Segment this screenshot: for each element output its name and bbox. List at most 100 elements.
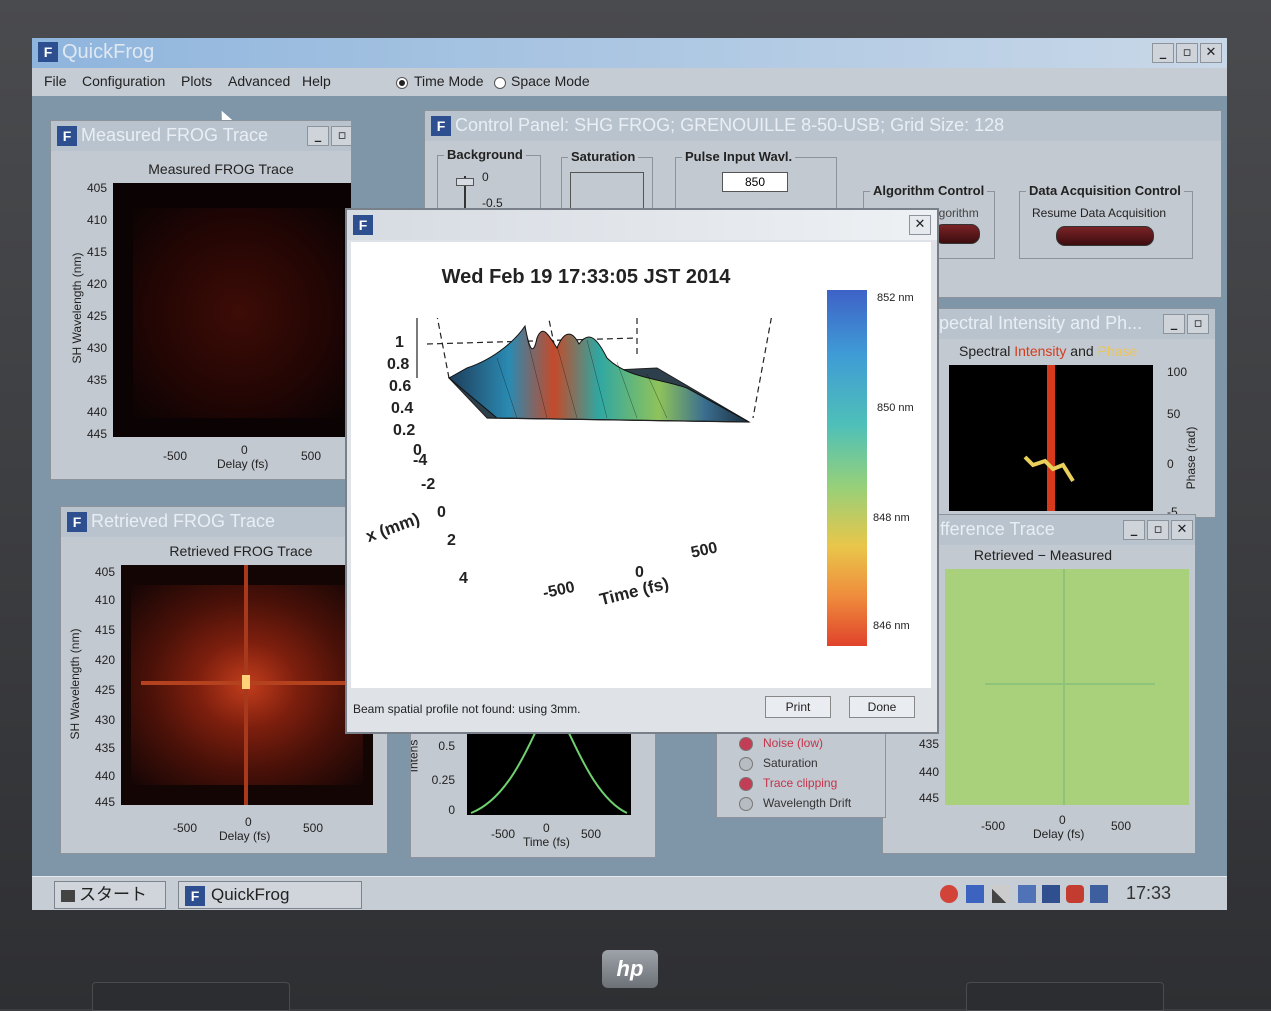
space-mode-radio[interactable] <box>494 77 506 89</box>
colorbar-label: 850 nm <box>877 402 914 414</box>
connect-icon[interactable] <box>1090 885 1108 903</box>
difference-ytick: 435 <box>918 737 939 751</box>
close-button[interactable]: ✕ <box>1200 43 1222 63</box>
taskbar-app-button[interactable]: F QuickFrog <box>178 881 362 909</box>
start-icon <box>61 889 75 902</box>
z-tick: 0.6 <box>389 378 412 395</box>
control-window-icon: F <box>431 116 451 136</box>
measured-xlabel: Delay (fs) <box>217 457 269 471</box>
difference-minimize-button[interactable]: _ <box>1123 520 1145 540</box>
control-window-title-bar: F Control Panel: SHG FROG; GRENOUILLE 8-… <box>425 111 1221 141</box>
space-mode-label[interactable]: Space Mode <box>511 73 590 89</box>
retrieved-ytick: 420 <box>94 653 115 667</box>
temporal-plot <box>467 729 631 815</box>
colorbar-label: 852 nm <box>877 292 914 304</box>
background-label: Background <box>444 147 526 162</box>
spectral-plot <box>949 365 1153 511</box>
warning-indicator <box>739 737 753 751</box>
measured-minimize-button[interactable]: _ <box>307 126 329 146</box>
difference-plot <box>945 569 1189 805</box>
difference-ytick: 445 <box>918 791 939 805</box>
temporal-xlabel: Time (fs) <box>523 835 570 849</box>
print-button[interactable]: Print <box>765 696 831 718</box>
measured-ytick: 405 <box>86 181 107 195</box>
menu-help[interactable]: Help <box>302 73 331 89</box>
pulse-wavelength-input[interactable] <box>722 172 788 192</box>
measured-maximize-button[interactable]: ▫ <box>331 126 351 146</box>
app-title: QuickFrog <box>62 41 155 63</box>
time-mode-radio[interactable] <box>396 77 408 89</box>
x-tick: 4 <box>459 570 468 587</box>
measured-ytick: 425 <box>86 309 107 323</box>
resume-acquisition-button[interactable] <box>1056 226 1154 246</box>
difference-plot-title: Retrieved − Measured <box>973 547 1113 563</box>
spectral-title-intensity: Intensity <box>1014 343 1067 359</box>
dialog-close-button[interactable]: ✕ <box>909 215 931 235</box>
battery-icon[interactable] <box>1042 885 1060 903</box>
wavelength-colorbar <box>827 290 867 646</box>
background-slider[interactable] <box>456 178 474 186</box>
spectral-maximize-button[interactable]: ▫ <box>1187 314 1209 334</box>
maximize-button[interactable]: ▫ <box>1176 43 1198 63</box>
temporal-window: Intens 0.5 0.25 0 -500 0 500 Time (fs) <box>410 722 656 858</box>
time-mode-label[interactable]: Time Mode <box>414 73 484 89</box>
right-hinge <box>966 982 1164 1011</box>
difference-close-button[interactable]: ✕ <box>1171 520 1193 540</box>
retrieved-xlabel: Delay (fs) <box>219 829 271 843</box>
security-icon[interactable] <box>1066 885 1084 903</box>
colorbar-label: 846 nm <box>873 620 910 632</box>
volume-icon[interactable] <box>940 885 958 903</box>
data-acquisition-group: Data Acquisition Control Resume Data Acq… <box>1019 183 1193 259</box>
menu-plots[interactable]: Plots <box>181 73 212 89</box>
network-icon[interactable] <box>966 885 984 903</box>
retrieved-ytick: 405 <box>94 565 115 579</box>
menu-configuration[interactable]: Configuration <box>82 73 165 89</box>
difference-window-title: Difference Trace <box>923 519 1055 539</box>
retrieved-ytick: 430 <box>94 713 115 727</box>
warnings-panel: Noise (low) Saturation Trace clipping Wa… <box>716 728 886 818</box>
measured-ytick: 410 <box>86 213 107 227</box>
warning-label: Wavelength Drift <box>763 796 852 810</box>
spectral-minimize-button[interactable]: _ <box>1163 314 1185 334</box>
measured-ytick: 420 <box>86 277 107 291</box>
retrieved-window-title-bar: F Retrieved FROG Trace <box>61 507 387 537</box>
spectral-title-and: and <box>1070 343 1094 359</box>
temporal-ytick: 0 <box>448 803 455 817</box>
minimize-button[interactable]: _ <box>1152 43 1174 63</box>
z-tick: 0.8 <box>387 356 410 373</box>
temporal-xtick: 500 <box>581 827 602 841</box>
pulse-input-label: Pulse Input Wavl. <box>682 149 796 164</box>
done-button[interactable]: Done <box>849 696 915 718</box>
start-button[interactable]: スタート <box>54 881 166 909</box>
difference-xtick: 0 <box>1059 813 1066 827</box>
measured-window-icon: F <box>57 126 77 146</box>
measured-window-title-bar: F Measured FROG Trace _ ▫ <box>51 121 351 151</box>
retrieved-window-title: Retrieved FROG Trace <box>91 511 276 531</box>
monitor-icon[interactable] <box>1018 885 1036 903</box>
measured-ytick: 435 <box>86 373 107 387</box>
menu-advanced[interactable]: Advanced <box>228 73 290 89</box>
main-title-bar: F QuickFrog _ ▫ ✕ <box>32 38 1227 68</box>
measured-ytick: 430 <box>86 341 107 355</box>
algorithm-toggle-button[interactable] <box>934 224 980 244</box>
temporal-xtick: 0 <box>543 821 550 835</box>
retrieved-xtick: 0 <box>245 815 252 829</box>
retrieved-xtick: -500 <box>173 821 198 835</box>
data-acquisition-label: Data Acquisition Control <box>1026 183 1184 198</box>
z-tick: 1 <box>395 334 404 351</box>
screen: F QuickFrog _ ▫ ✕ File Configuration Plo… <box>32 38 1227 910</box>
control-window-title: Control Panel: SHG FROG; GRENOUILLE 8-50… <box>455 115 1005 135</box>
warning-indicator <box>739 797 753 811</box>
left-hinge <box>92 982 290 1011</box>
pen-icon[interactable] <box>992 885 1010 903</box>
z-tick: 0.2 <box>393 422 416 439</box>
taskbar-clock: 17:33 <box>1126 883 1172 903</box>
difference-xlabel: Delay (fs) <box>1033 827 1085 841</box>
x-tick: -4 <box>413 452 428 469</box>
menu-file[interactable]: File <box>44 73 67 89</box>
resume-acquisition-label: Resume Data Acquisition <box>1032 206 1167 220</box>
taskbar-app-label: QuickFrog <box>211 885 290 904</box>
difference-ytick: 440 <box>918 765 939 779</box>
difference-maximize-button[interactable]: ▫ <box>1147 520 1169 540</box>
dialog-status-text: Beam spatial profile not found: using 3m… <box>353 702 581 716</box>
